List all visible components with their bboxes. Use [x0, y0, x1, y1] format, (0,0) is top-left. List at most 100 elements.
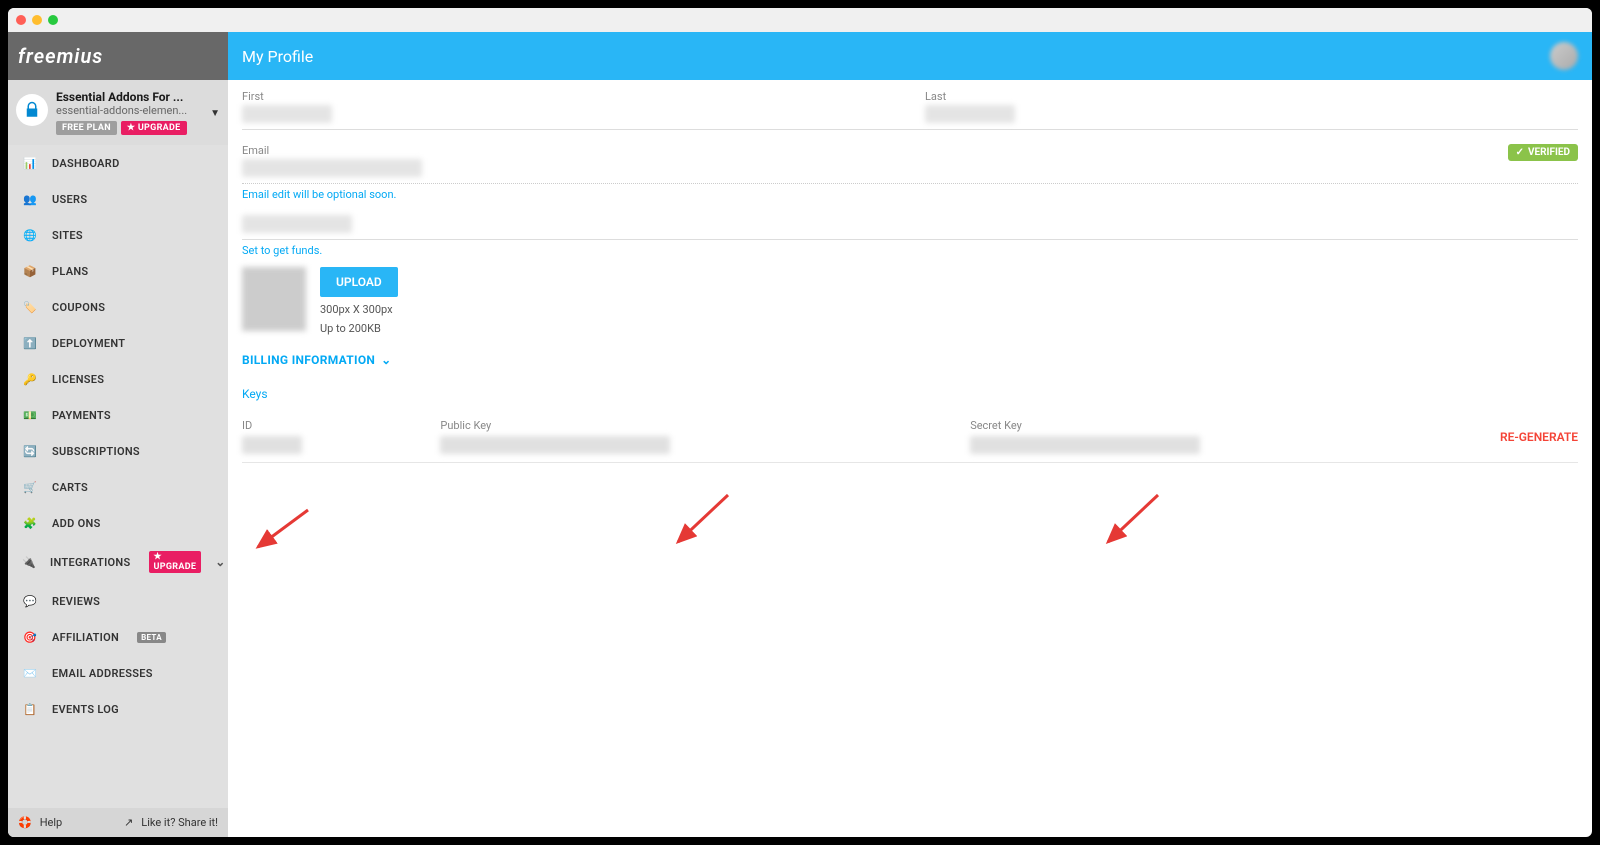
chevron-down-icon: ⌄ [381, 353, 391, 367]
nav-integrations[interactable]: 🔌 INTEGRATIONS ★ UPGRADE ⌄ [8, 541, 228, 583]
nav-label: PAYMENTS [52, 409, 111, 422]
id-value[interactable] [242, 436, 302, 454]
mail-icon: ✉️ [22, 665, 38, 681]
chevron-down-icon[interactable]: ▼ [210, 108, 220, 119]
nav-label: DEPLOYMENT [52, 337, 125, 350]
puzzle-icon: 🔌 [22, 554, 36, 570]
plug-icon: 🧩 [22, 515, 38, 531]
nav-label: USERS [52, 193, 87, 206]
upload-icon: ⬆️ [22, 335, 38, 351]
regenerate-link[interactable]: RE-GENERATE [1500, 426, 1578, 448]
page-title: My Profile [242, 47, 313, 66]
keys-title: Keys [242, 387, 1578, 401]
target-icon: 🎯 [22, 629, 38, 645]
log-icon: 📋 [22, 701, 38, 717]
paypal-input[interactable] [242, 215, 352, 233]
nav-carts[interactable]: 🛒CARTS [8, 469, 228, 505]
nav-payments[interactable]: 💵 PAYMENTS [8, 397, 228, 433]
nav-label: EMAIL ADDRESSES [52, 667, 153, 680]
nav-dashboard[interactable]: 📊 DASHBOARD [8, 145, 228, 181]
secret-key-value[interactable] [970, 436, 1200, 454]
chat-icon: 💬 [22, 593, 38, 609]
upload-limit: Up to 200KB [320, 322, 398, 335]
email-input[interactable] [242, 159, 422, 177]
beta-badge: BETA [137, 632, 166, 643]
arrow-annotation-icon [1098, 490, 1168, 550]
public-key-value[interactable] [440, 436, 670, 454]
maximize-dot[interactable] [48, 15, 58, 25]
help-icon: 🛟 [18, 816, 32, 829]
nav-label: SITES [52, 229, 83, 242]
nav-addons[interactable]: 🧩 ADD ONS [8, 505, 228, 541]
nav-subscriptions[interactable]: 🔄 SUBSCRIPTIONS [8, 433, 228, 469]
minimize-dot[interactable] [32, 15, 42, 25]
billing-label: BILLING INFORMATION [242, 353, 375, 367]
nav-email[interactable]: ✉️ EMAIL ADDRESSES [8, 655, 228, 691]
nav-label: PLANS [52, 265, 88, 278]
last-name-label: Last [925, 90, 1578, 103]
content: First Last ✓ VERIFIED Email Email edit w… [228, 80, 1592, 837]
chevron-down-icon: ⌄ [215, 555, 225, 569]
chart-icon: 📊 [22, 155, 38, 171]
upload-dim: 300px X 300px [320, 303, 398, 316]
help-link[interactable]: Help [40, 816, 63, 829]
nav-label: EVENTS LOG [52, 703, 119, 716]
globe-icon: 🌐 [22, 227, 38, 243]
nav-label: REVIEWS [52, 595, 100, 608]
brand-logo: freemius [8, 32, 228, 80]
refresh-icon: 🔄 [22, 443, 38, 459]
nav-label: LICENSES [52, 373, 104, 386]
email-label: Email [242, 144, 1578, 157]
money-icon: 💵 [22, 407, 38, 423]
nav-events[interactable]: 📋 EVENTS LOG [8, 691, 228, 727]
last-name-input[interactable] [925, 105, 1015, 123]
nav-licenses[interactable]: 🔑 LICENSES [8, 361, 228, 397]
nav: 📊 DASHBOARD 👥 USERS 🌐 SITES 📦 PLANS 🏷️ COUPON… [8, 145, 228, 808]
funds-note: Set to get funds. [242, 244, 1578, 257]
product-switcher[interactable]: Essential Addons For ... essential-addon… [8, 80, 228, 145]
nav-affiliation[interactable]: 🎯 AFFILIATION BETA [8, 619, 228, 655]
nav-users[interactable]: 👥 USERS [8, 181, 228, 217]
profile-thumb [242, 267, 306, 331]
nav-label: DASHBOARD [52, 157, 120, 170]
box-icon: 📦 [22, 263, 38, 279]
share-link[interactable]: Like it? Share it! [141, 816, 218, 829]
upload-button[interactable]: UPLOAD [320, 267, 398, 297]
nav-coupons[interactable]: 🏷️ COUPONS [8, 289, 228, 325]
nav-label: ADD ONS [52, 517, 101, 530]
secret-key-label: Secret Key [970, 419, 1480, 432]
avatar[interactable] [1550, 42, 1578, 70]
sidebar-footer: 🛟 Help ↗ Like it? Share it! [8, 808, 228, 837]
plan-badge: FREE PLAN [56, 121, 117, 135]
first-name-input[interactable] [242, 105, 332, 123]
arrow-annotation-icon [668, 490, 738, 550]
share-icon: ↗ [124, 816, 133, 829]
nav-plans[interactable]: 📦 PLANS [8, 253, 228, 289]
users-icon: 👥 [22, 191, 38, 207]
upgrade-badge[interactable]: ★ UPGRADE [121, 121, 187, 135]
arrow-annotation-icon [248, 505, 318, 555]
nav-label: AFFILIATION [52, 631, 119, 644]
key-icon: 🔑 [22, 371, 38, 387]
first-name-label: First [242, 90, 895, 103]
page-header: My Profile [228, 32, 1592, 80]
nav-label: COUPONS [52, 301, 105, 314]
nav-upgrade-badge: ★ UPGRADE [149, 551, 202, 573]
email-note: Email edit will be optional soon. [242, 188, 1578, 201]
nav-reviews[interactable]: 💬 REVIEWS [8, 583, 228, 619]
nav-label: INTEGRATIONS [50, 556, 131, 569]
nav-label: SUBSCRIPTIONS [52, 445, 140, 458]
public-key-label: Public Key [440, 419, 950, 432]
close-dot[interactable] [16, 15, 26, 25]
lock-icon [16, 94, 48, 126]
nav-deployment[interactable]: ⬆️ DEPLOYMENT [8, 325, 228, 361]
main: My Profile First Last ✓ VERIFIED E [228, 32, 1592, 837]
verified-badge: ✓ VERIFIED [1508, 144, 1578, 161]
nav-label: CARTS [52, 481, 88, 494]
mac-titlebar [8, 8, 1592, 32]
tag-icon: 🏷️ [22, 299, 38, 315]
verified-label: VERIFIED [1528, 147, 1570, 158]
product-slug: essential-addons-elemen... [56, 104, 220, 117]
nav-sites[interactable]: 🌐 SITES [8, 217, 228, 253]
billing-toggle[interactable]: BILLING INFORMATION ⌄ [242, 353, 1578, 367]
